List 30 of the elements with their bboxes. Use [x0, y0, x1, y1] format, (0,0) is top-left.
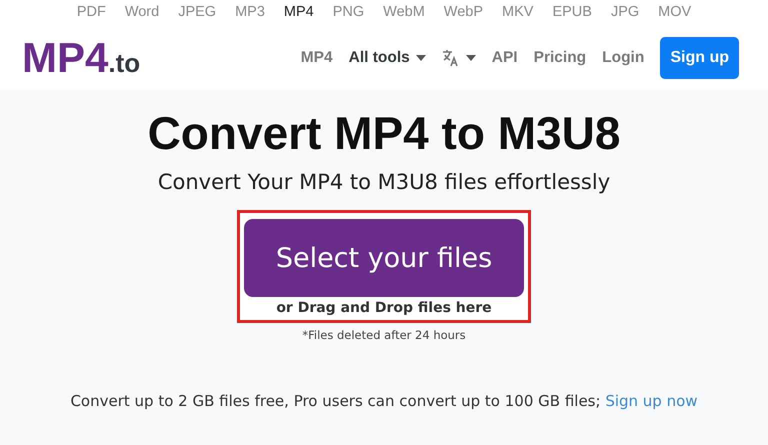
- format-link[interactable]: EPUB: [552, 4, 592, 26]
- caret-icon: [416, 55, 426, 61]
- format-link[interactable]: WebP: [444, 4, 484, 26]
- format-link[interactable]: PNG: [332, 4, 364, 26]
- deletion-note: *Files deleted after 24 hours: [302, 328, 466, 342]
- nav-link[interactable]: Login: [602, 49, 644, 67]
- nav-link[interactable]: All tools: [348, 49, 410, 67]
- drop-zone[interactable]: Select your files or Drag and Drop files here: [237, 210, 531, 323]
- format-link[interactable]: JPEG: [178, 4, 216, 26]
- format-link[interactable]: MOV: [658, 4, 692, 26]
- limits-text: Convert up to 2 GB files free, Pro users can convert up to 100 GB files; Sign up now: [70, 392, 698, 410]
- format-link[interactable]: MP4: [284, 4, 314, 26]
- nav-link[interactable]: API: [492, 49, 518, 67]
- nav-link[interactable]: MP4: [300, 49, 333, 67]
- caret-icon: [466, 55, 476, 61]
- sign-up-link[interactable]: Sign up now: [605, 392, 698, 410]
- format-link[interactable]: PDF: [76, 4, 106, 26]
- translate-icon[interactable]: [442, 49, 460, 67]
- subtitle: Convert Your MP4 to M3U8 files effortlessly: [158, 170, 610, 194]
- format-link[interactable]: WebM: [383, 4, 425, 26]
- drop-hint: or Drag and Drop files here: [276, 300, 492, 316]
- select-files-button[interactable]: Select your files: [244, 219, 524, 297]
- format-link[interactable]: MP3: [235, 4, 265, 26]
- format-link[interactable]: JPG: [610, 4, 640, 26]
- nav-link[interactable]: Pricing: [534, 49, 586, 67]
- format-link[interactable]: MKV: [502, 4, 534, 26]
- format-link[interactable]: Word: [124, 4, 160, 26]
- page-title: Convert MP4 to M3U8: [148, 106, 620, 160]
- sign-up-button[interactable]: Sign up: [660, 37, 739, 79]
- logo[interactable]: MP4.to: [22, 34, 140, 82]
